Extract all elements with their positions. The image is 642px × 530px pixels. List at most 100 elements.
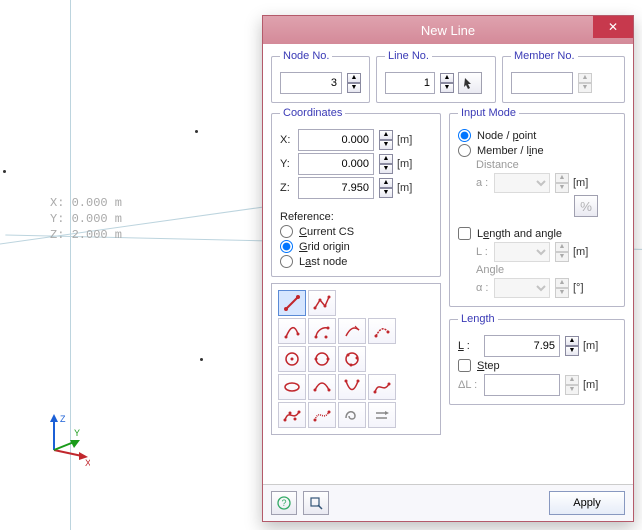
node-no-input[interactable] xyxy=(280,72,342,94)
spinner: ▲▼ xyxy=(555,278,569,298)
length-angle-check[interactable]: Length and angle xyxy=(458,227,616,240)
close-icon: ✕ xyxy=(608,20,618,34)
unit: [m] xyxy=(397,182,412,194)
tool-spiral[interactable] xyxy=(338,402,366,428)
l-label: L : xyxy=(476,246,490,258)
pick-view-button[interactable] xyxy=(303,491,329,515)
percent-icon: % xyxy=(580,199,592,214)
tool-arc-4[interactable] xyxy=(368,318,396,344)
spinner[interactable]: ▲▼ xyxy=(565,336,579,356)
length-input[interactable] xyxy=(484,335,560,357)
help-button[interactable]: ? xyxy=(271,491,297,515)
svg-text:X: X xyxy=(85,458,90,468)
legend: Coordinates xyxy=(280,107,345,119)
tool-circle-3[interactable] xyxy=(338,346,366,372)
unit: [m] xyxy=(397,158,412,170)
tool-ellipse[interactable] xyxy=(278,374,306,400)
tool-spline-1[interactable] xyxy=(368,374,396,400)
z-input[interactable] xyxy=(298,177,374,199)
legend: Member No. xyxy=(511,50,578,62)
y-label: Y: xyxy=(280,158,294,170)
tool-line[interactable] xyxy=(278,290,306,316)
member-no-group: Member No. ▲▼ xyxy=(502,50,625,103)
spin-down-icon: ▼ xyxy=(555,183,569,193)
spin-up-icon: ▲ xyxy=(555,278,569,288)
x-label: X: xyxy=(280,134,294,146)
apply-button[interactable]: Apply xyxy=(549,491,625,515)
ref-grid-origin-radio[interactable]: Grid origin xyxy=(280,240,432,253)
tool-offset[interactable] xyxy=(368,402,396,428)
line-no-group: Line No. ▲▼ xyxy=(376,50,496,103)
spinner[interactable]: ▲▼ xyxy=(379,154,393,174)
spinner[interactable]: ▲▼ xyxy=(379,178,393,198)
legend: Line No. xyxy=(385,50,432,62)
coordinates-group: Coordinates X: ▲▼ [m] Y: ▲▼ [m] Z: xyxy=(271,107,441,277)
spinner[interactable]: ▲▼ xyxy=(347,73,361,93)
spin-up-icon: ▲ xyxy=(555,242,569,252)
x-input[interactable] xyxy=(298,129,374,151)
spin-up-icon[interactable]: ▲ xyxy=(379,178,393,188)
member-no-input xyxy=(511,72,573,94)
spinner: ▲▼ xyxy=(555,242,569,262)
tool-arc-3[interactable] xyxy=(338,318,366,344)
node-point-radio[interactable]: Node / point xyxy=(458,129,616,142)
dl-label: ΔL : xyxy=(458,379,480,391)
spin-down-icon[interactable]: ▼ xyxy=(440,83,454,93)
y-input[interactable] xyxy=(298,153,374,175)
spin-up-icon[interactable]: ▲ xyxy=(565,336,579,346)
unit: [m] xyxy=(583,379,598,391)
zoom-icon xyxy=(309,496,323,510)
spin-down-icon[interactable]: ▼ xyxy=(347,83,361,93)
spin-down-icon: ▼ xyxy=(578,83,592,93)
member-line-radio[interactable]: Member / line xyxy=(458,144,616,157)
tool-ellipse-arc[interactable] xyxy=(308,374,336,400)
spinner[interactable]: ▲▼ xyxy=(379,130,393,150)
dot xyxy=(200,358,203,361)
legend: Input Mode xyxy=(458,107,519,119)
tool-arc-1[interactable] xyxy=(278,318,306,344)
spin-down-icon[interactable]: ▼ xyxy=(379,140,393,150)
spin-up-icon[interactable]: ▲ xyxy=(379,130,393,140)
step-check[interactable]: Step xyxy=(458,359,616,372)
svg-text:?: ? xyxy=(281,498,286,508)
ref-last-node-radio[interactable]: Last node xyxy=(280,255,432,268)
tool-circle-2[interactable] xyxy=(308,346,336,372)
spin-down-icon[interactable]: ▼ xyxy=(379,164,393,174)
angle-label: Angle xyxy=(476,264,616,276)
spinner[interactable]: ▲▼ xyxy=(440,73,454,93)
spin-down-icon: ▼ xyxy=(565,385,579,395)
tool-arc-2[interactable] xyxy=(308,318,336,344)
spin-down-icon[interactable]: ▼ xyxy=(565,346,579,356)
close-button[interactable]: ✕ xyxy=(593,16,633,38)
spin-up-icon: ▲ xyxy=(555,173,569,183)
distance-label: Distance xyxy=(476,159,616,171)
new-line-dialog: New Line ✕ Node No. ▲▼ Line No. ▲▼ xyxy=(262,15,634,522)
spinner: ▲▼ xyxy=(555,173,569,193)
spin-up-icon[interactable]: ▲ xyxy=(379,154,393,164)
line-type-toolbox xyxy=(271,283,441,435)
tool-nurbs[interactable] xyxy=(308,402,336,428)
line-no-input[interactable] xyxy=(385,72,435,94)
spin-up-icon[interactable]: ▲ xyxy=(440,73,454,83)
spin-down-icon: ▼ xyxy=(555,252,569,262)
reference-label: Reference: xyxy=(280,211,432,223)
unit: [°] xyxy=(573,282,584,294)
svg-text:Y: Y xyxy=(74,428,80,438)
dialog-titlebar[interactable]: New Line ✕ xyxy=(263,16,633,44)
spin-up-icon: ▲ xyxy=(578,73,592,83)
pick-line-button[interactable] xyxy=(458,72,482,94)
legend: Length xyxy=(458,313,498,325)
tool-circle-1[interactable] xyxy=(278,346,306,372)
spin-up-icon[interactable]: ▲ xyxy=(347,73,361,83)
tool-spline-2[interactable] xyxy=(278,402,306,428)
ref-current-cs-radio[interactable]: Current CS xyxy=(280,225,432,238)
dot xyxy=(3,170,6,173)
pick-icon xyxy=(463,76,477,90)
unit: [m] xyxy=(583,340,598,352)
tool-polyline[interactable] xyxy=(308,290,336,316)
a-label: a : xyxy=(476,177,490,189)
tool-parabola[interactable] xyxy=(338,374,366,400)
length-group: Length L : ▲▼ [m] Step ΔL : ▲▼ [m] xyxy=(449,313,625,405)
svg-text:Z: Z xyxy=(60,414,66,424)
spin-down-icon[interactable]: ▼ xyxy=(379,188,393,198)
